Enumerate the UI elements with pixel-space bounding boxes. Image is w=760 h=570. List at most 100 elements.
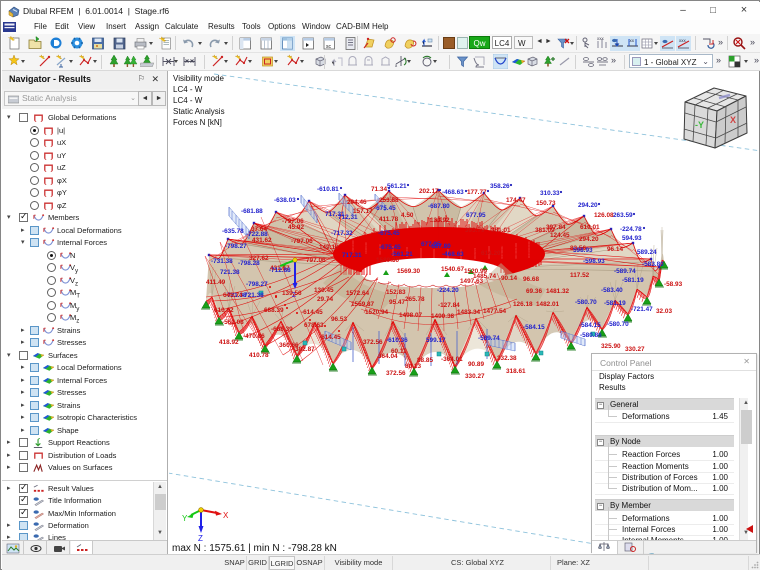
svg-text:-638.03: -638.03 [274,197,296,204]
svg-text:139.56: 139.56 [282,290,302,297]
svg-text:-Y: -Y [695,120,704,130]
svg-text:X: X [730,115,736,125]
svg-text:-562.08: -562.08 [222,319,244,326]
svg-text:688.39: 688.39 [264,307,284,314]
svg-text:310.33: 310.33 [540,190,560,197]
svg-text:-675.45: -675.45 [378,230,400,237]
svg-text:-584.15: -584.15 [523,324,545,331]
svg-text:xxx: xxx [597,36,605,41]
svg-text:318.61: 318.61 [506,368,526,375]
svg-text:-731.38: -731.38 [211,258,233,265]
svg-text:332.38: 332.38 [497,355,517,362]
svg-text:1540.67: 1540.67 [441,266,465,273]
svg-text:-581.19: -581.19 [622,277,644,284]
svg-text:418.92: 418.92 [219,339,239,346]
svg-text:797.06: 797.06 [306,257,326,264]
svg-text:381.09: 381.09 [535,227,555,234]
svg-text:149.18: 149.18 [319,244,339,251]
svg-text:-583.40: -583.40 [601,287,623,294]
svg-text:45.92: 45.92 [288,224,304,231]
svg-text:-580.70: -580.70 [607,321,629,328]
svg-text:1569.30: 1569.30 [397,268,421,275]
svg-text:-712.88: -712.88 [269,267,291,274]
svg-text:589.24: 589.24 [637,249,657,256]
svg-text:1483.34: 1483.34 [457,309,481,316]
svg-text:-688.39: -688.39 [271,326,293,333]
svg-text:177.77: 177.77 [467,189,487,196]
svg-text:325.90: 325.90 [601,343,621,350]
svg-text:-58.93: -58.93 [664,281,683,288]
svg-text:-580.70: -580.70 [575,299,597,306]
svg-text:614.20: 614.20 [481,250,501,257]
svg-text:411.78: 411.78 [379,216,399,223]
svg-text:253.88: 253.88 [379,197,399,204]
svg-text:1589.30: 1589.30 [376,257,400,264]
svg-text:-721.47: -721.47 [631,306,653,313]
svg-text:-224.20: -224.20 [437,287,459,294]
svg-text:330.27: 330.27 [625,346,645,353]
svg-text:-687.80: -687.80 [428,203,450,210]
svg-text:-584.15: -584.15 [579,322,601,329]
svg-text:-589.74: -589.74 [478,335,500,342]
svg-text:677.95: 677.95 [466,212,486,219]
svg-text:294.20: 294.20 [578,202,598,209]
svg-text:-470.86: -470.86 [243,333,265,340]
svg-text:610.01: 610.01 [580,224,600,231]
svg-text:130.45: 130.45 [314,287,334,294]
svg-text:90.14: 90.14 [501,275,517,282]
svg-text:80.13: 80.13 [405,363,421,370]
svg-text:-583.80: -583.80 [642,261,664,268]
svg-text:69.36: 69.36 [526,288,542,295]
svg-text:x: x [395,63,398,68]
svg-text:1482.01: 1482.01 [536,301,560,308]
svg-text:677.95: 677.95 [421,241,441,248]
svg-text:610.62: 610.62 [214,307,234,314]
svg-text:393.79: 393.79 [465,227,485,234]
svg-text:-675.45: -675.45 [374,205,396,212]
svg-text:-635.78: -635.78 [222,228,244,235]
svg-text:4.50: 4.50 [401,212,414,219]
svg-text:411.49: 411.49 [206,279,226,286]
svg-text:60.11: 60.11 [391,348,407,355]
svg-text:-589.74: -589.74 [614,268,636,275]
svg-text:88.85: 88.85 [417,357,433,364]
svg-text:xx: xx [630,38,635,43]
svg-text:-580.86: -580.86 [580,332,602,339]
svg-text:717.31: 717.31 [342,252,362,259]
svg-text:712.31: 712.31 [338,214,358,221]
svg-text:Z: Z [198,534,203,543]
svg-text:-127.84: -127.84 [438,302,460,309]
svg-text:1490.38: 1490.38 [431,313,455,320]
svg-text:-598.93: -598.93 [583,258,605,265]
svg-text:330.27: 330.27 [465,373,485,380]
svg-text:95.47: 95.47 [389,299,405,306]
svg-text:1485.74: 1485.74 [473,273,497,280]
svg-text:1477.54: 1477.54 [483,308,507,315]
svg-text:Y: Y [182,514,188,523]
svg-text:sc: sc [326,44,332,50]
svg-text:372.56: 372.56 [363,339,383,346]
svg-text:-717.32: -717.32 [331,230,353,237]
svg-text:-721.38: -721.38 [242,292,264,299]
svg-text:-468.63: -468.63 [442,251,464,258]
svg-text:152.83: 152.83 [386,289,406,296]
svg-text:294.46: 294.46 [347,199,367,206]
svg-text:-797.06: -797.06 [291,238,313,245]
svg-text:-382.87: -382.87 [293,346,315,353]
svg-text:645.74: 645.74 [223,292,243,299]
svg-text:327.62: 327.62 [249,255,269,262]
svg-text:96.68: 96.68 [523,276,539,283]
svg-text:126.18: 126.18 [513,301,533,308]
svg-text:1559.87: 1559.87 [351,301,375,308]
svg-text:71.34: 71.34 [371,186,387,193]
svg-text:1481.32: 1481.32 [546,288,570,295]
svg-text:-581.19: -581.19 [604,300,626,307]
svg-text:xxx: xxx [679,38,687,43]
svg-text:-610.81: -610.81 [317,186,339,193]
svg-text:294.20: 294.20 [579,236,599,243]
svg-text:-614.45: -614.45 [301,309,323,316]
svg-text:96.14: 96.14 [607,246,623,253]
svg-text:1520.94: 1520.94 [365,309,389,316]
svg-text:126.08: 126.08 [594,212,614,219]
svg-text:358.26: 358.26 [490,183,510,190]
